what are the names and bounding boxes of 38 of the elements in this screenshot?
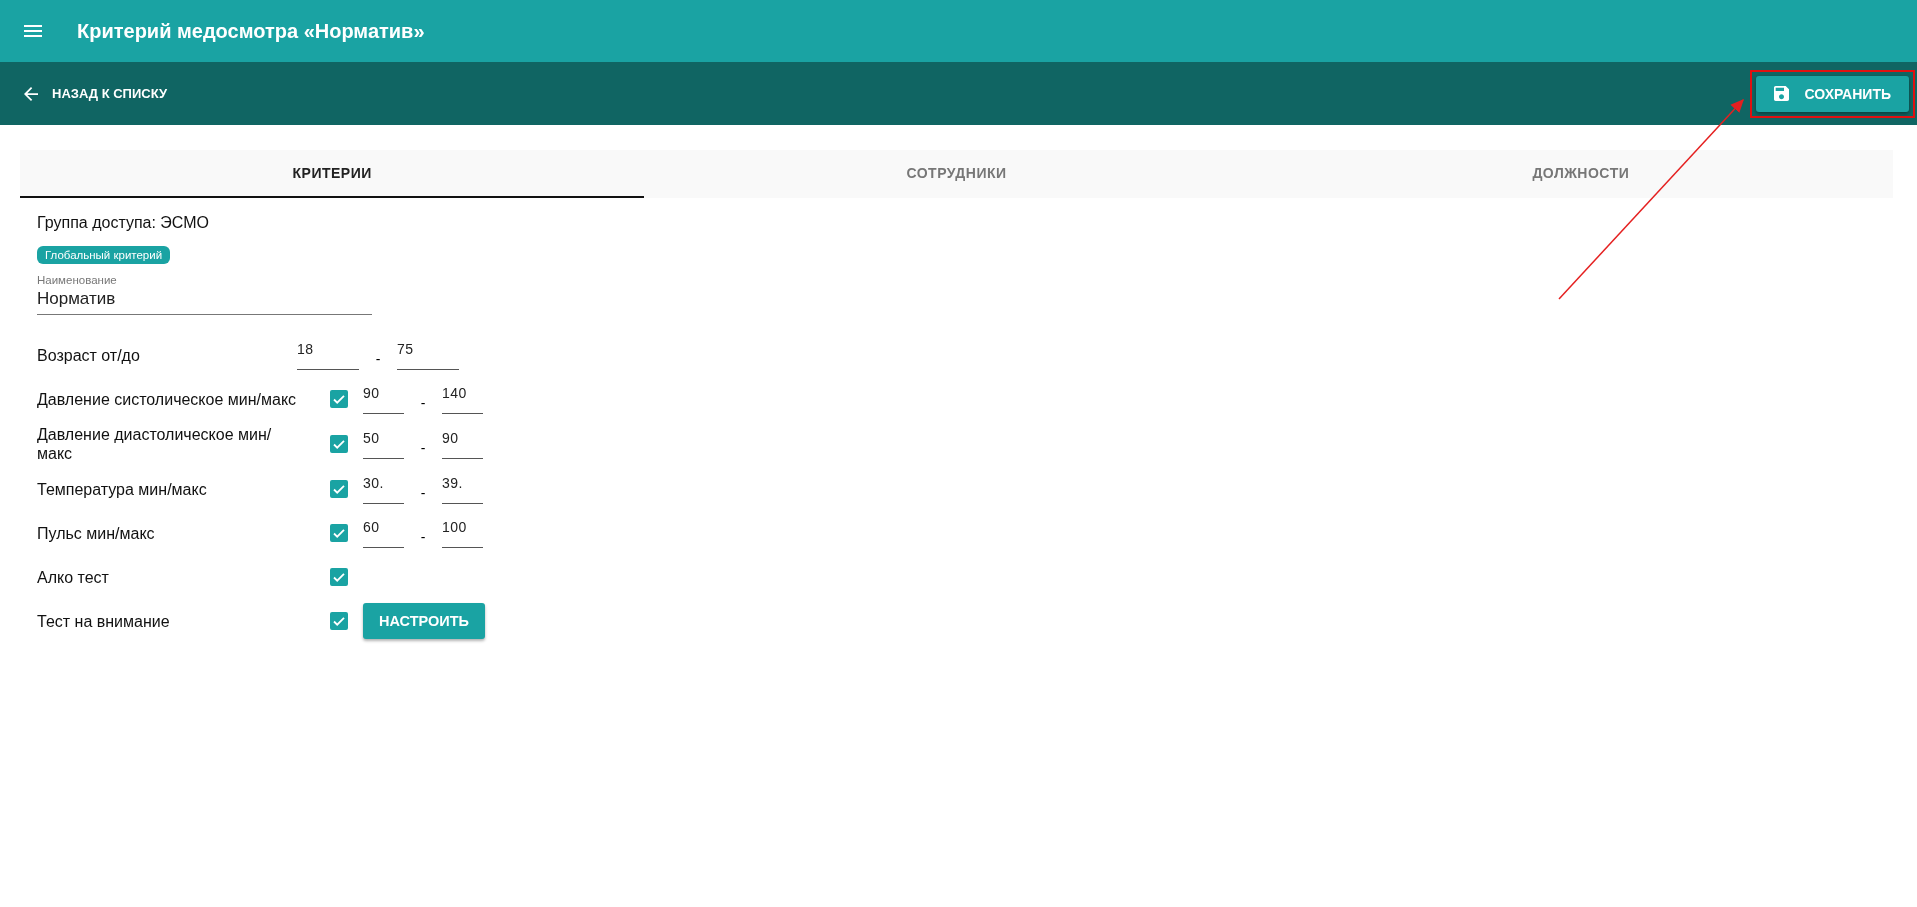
checkbox[interactable]	[330, 480, 348, 498]
range-separator: -	[419, 439, 427, 456]
range-separator: -	[419, 528, 427, 545]
checkbox[interactable]	[330, 568, 348, 586]
range-separator: -	[419, 484, 427, 501]
criterion-label: Давление диастолическое мин/макс	[37, 425, 273, 463]
criterion-label: Температура мин/макс	[37, 479, 208, 499]
access-group-text: Группа доступа: ЭСМО	[37, 214, 210, 232]
checkbox[interactable]	[330, 435, 348, 453]
min-input[interactable]: 18	[297, 340, 359, 370]
max-input[interactable]: 100	[442, 518, 483, 548]
tab[interactable]: ДОЛЖНОСТИ	[1268, 150, 1893, 198]
criterion-label: Пульс мин/макс	[37, 523, 156, 543]
checkbox[interactable]	[330, 524, 348, 542]
page-title: Критерий медосмотра «Норматив»	[77, 19, 425, 43]
max-input[interactable]: 75	[397, 340, 459, 370]
min-input[interactable]: 60	[363, 518, 404, 548]
max-input[interactable]: 39.	[442, 474, 483, 504]
name-field[interactable]: Наименование Норматив	[37, 274, 372, 315]
max-input[interactable]: 90	[442, 429, 483, 459]
criterion-label: Давление систолическое мин/макс	[37, 389, 297, 409]
range-separator: -	[374, 350, 382, 367]
min-input[interactable]: 30.	[363, 474, 404, 504]
criterion-label: Алко тест	[37, 567, 110, 587]
checkbox[interactable]	[330, 390, 348, 408]
criterion-label: Тест на внимание	[37, 611, 171, 631]
badge: Глобальный критерий	[37, 246, 171, 264]
min-input[interactable]: 90	[363, 384, 404, 414]
criterion-label: Возраст от/до	[37, 345, 141, 365]
back-arrow-icon	[24, 86, 38, 101]
back-button[interactable]: НАЗАД К СПИСКУ	[24, 86, 168, 101]
range-separator: -	[419, 394, 427, 411]
max-input[interactable]: 140	[442, 384, 483, 414]
tab[interactable]: СОТРУДНИКИ	[644, 150, 1269, 198]
menu-icon[interactable]	[24, 25, 42, 37]
min-input[interactable]: 50	[363, 429, 404, 459]
checkbox[interactable]	[330, 612, 348, 630]
tab[interactable]: КРИТЕРИИ	[20, 150, 645, 198]
